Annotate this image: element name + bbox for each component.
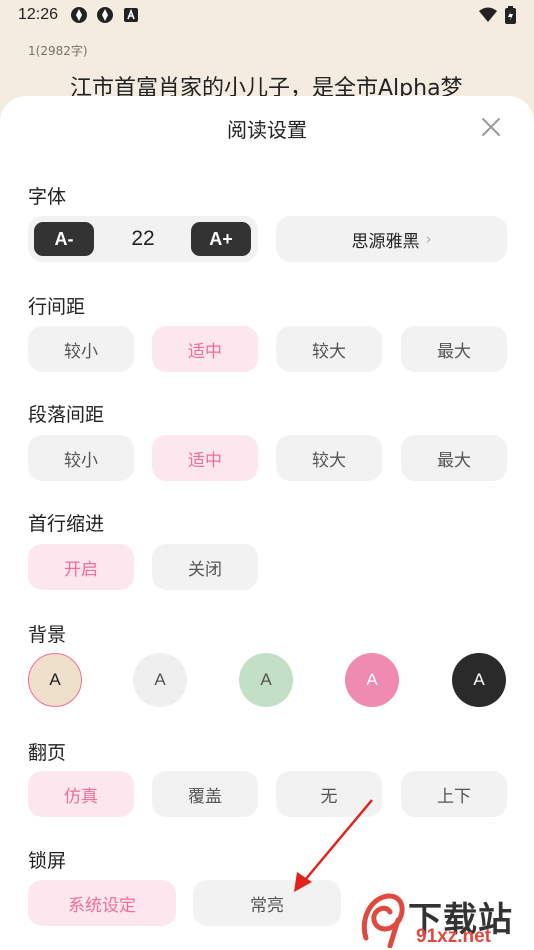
line-spacing-option-selected[interactable]: 适中 xyxy=(152,326,258,372)
line-spacing-options: 较小 适中 较大 最大 xyxy=(28,326,507,372)
page-turn-option[interactable]: 覆盖 xyxy=(152,771,258,817)
indent-label: 首行缩进 xyxy=(28,513,105,535)
lock-screen-label: 锁屏 xyxy=(28,850,67,872)
font-size-stepper: A- 22 A+ xyxy=(28,216,258,262)
reading-settings-sheet: 阅读设置 字体 A- 22 A+ 思源雅黑 › 行间距 较小 适中 较大 最大 … xyxy=(0,96,534,950)
indent-option[interactable]: 关闭 xyxy=(152,544,258,590)
paragraph-spacing-option-selected[interactable]: 适中 xyxy=(152,435,258,481)
background-swatch[interactable]: A xyxy=(133,653,187,707)
font-increase-button[interactable]: A+ xyxy=(191,222,251,256)
status-bar: 12:26 xyxy=(0,0,534,30)
font-decrease-button[interactable]: A- xyxy=(34,222,94,256)
font-family-button[interactable]: 思源雅黑 › xyxy=(276,216,507,262)
watermark-url: 91xz.net xyxy=(416,926,491,947)
watermark: 下载站 91xz.net xyxy=(360,888,534,950)
page-turn-option[interactable]: 上下 xyxy=(401,771,507,817)
status-time: 12:26 xyxy=(18,6,59,23)
page-turn-options: 仿真 覆盖 无 上下 xyxy=(28,771,507,817)
paragraph-spacing-option[interactable]: 较小 xyxy=(28,435,134,481)
line-spacing-option[interactable]: 较小 xyxy=(28,326,134,372)
background-label: 背景 xyxy=(28,624,67,646)
paragraph-spacing-options: 较小 适中 较大 最大 xyxy=(28,435,507,481)
font-size-value: 22 xyxy=(131,227,155,250)
app-notification-icon xyxy=(96,6,114,24)
background-swatch-selected[interactable]: A xyxy=(28,653,82,707)
paragraph-spacing-label: 段落间距 xyxy=(28,404,105,426)
page-turn-option-selected[interactable]: 仿真 xyxy=(28,771,134,817)
close-icon xyxy=(482,118,500,136)
watermark-logo-icon xyxy=(361,893,405,948)
background-swatch[interactable]: A xyxy=(345,653,399,707)
text-notification-icon xyxy=(122,6,140,24)
lock-screen-option[interactable]: 常亮 xyxy=(193,880,341,926)
chevron-right-icon: › xyxy=(425,230,432,248)
wifi-icon xyxy=(479,7,497,27)
paragraph-spacing-option[interactable]: 较大 xyxy=(276,435,382,481)
background-swatch[interactable]: A xyxy=(239,653,293,707)
font-label: 字体 xyxy=(28,186,67,208)
sheet-title: 阅读设置 xyxy=(227,118,307,142)
paragraph-spacing-option[interactable]: 最大 xyxy=(401,435,507,481)
page-turn-label: 翻页 xyxy=(28,742,67,764)
lock-screen-option-selected[interactable]: 系统设定 xyxy=(28,880,176,926)
font-family-value: 思源雅黑 xyxy=(351,231,420,252)
battery-icon xyxy=(505,6,516,28)
indent-option-selected[interactable]: 开启 xyxy=(28,544,134,590)
page-turn-option[interactable]: 无 xyxy=(276,771,382,817)
line-spacing-option[interactable]: 较大 xyxy=(276,326,382,372)
background-swatch[interactable]: A xyxy=(452,653,506,707)
line-spacing-label: 行间距 xyxy=(28,296,86,318)
app-notification-icon xyxy=(70,6,88,24)
line-spacing-option[interactable]: 最大 xyxy=(401,326,507,372)
chapter-meta: 1(2982字) xyxy=(28,44,88,58)
indent-options: 开启 关闭 xyxy=(28,544,507,590)
close-button[interactable] xyxy=(480,116,502,138)
